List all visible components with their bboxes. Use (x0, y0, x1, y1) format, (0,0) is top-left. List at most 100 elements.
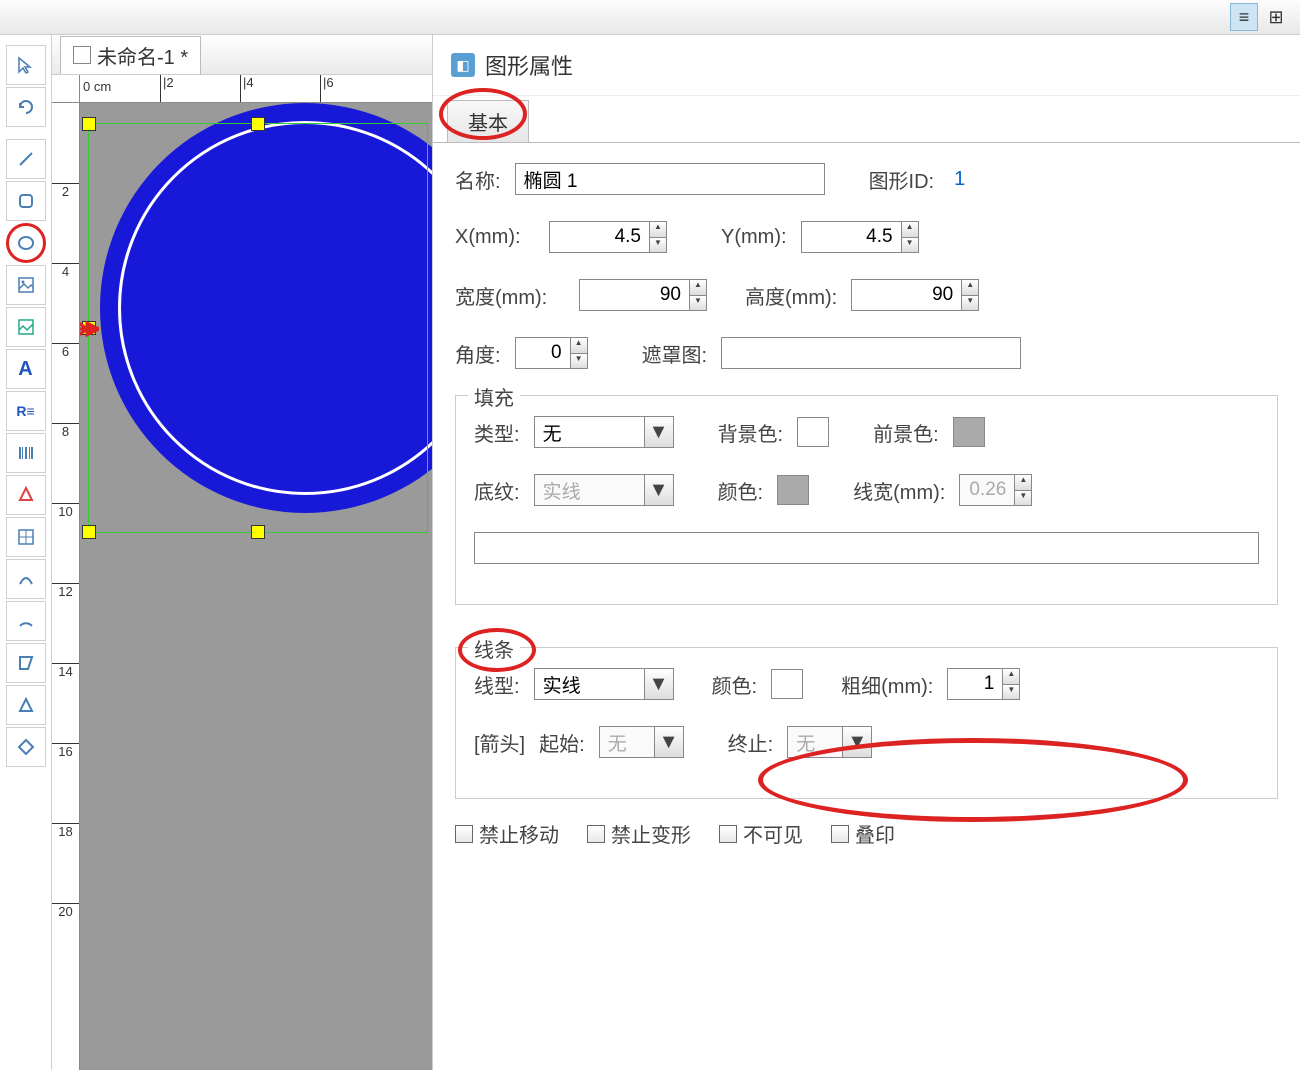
dropdown-icon: ▼ (842, 726, 872, 758)
align-button[interactable]: ≡ (1230, 3, 1258, 31)
spin-up-icon[interactable]: ▲ (571, 338, 587, 354)
top-toolbar: ≡ ⊞ (0, 0, 1300, 35)
picture-tool[interactable] (6, 307, 46, 347)
spin-down-icon[interactable]: ▼ (902, 238, 918, 253)
spin-up-icon[interactable]: ▲ (690, 280, 706, 296)
bgcolor-swatch[interactable] (797, 417, 829, 447)
fill-color-swatch (777, 475, 809, 505)
overprint-checkbox[interactable]: 叠印 (831, 819, 895, 848)
angle-spinner[interactable]: ▲▼ (515, 337, 588, 369)
arrow-start-label: 起始: (539, 728, 585, 757)
triangle-tool[interactable] (6, 685, 46, 725)
invisible-checkbox[interactable]: 不可见 (719, 819, 803, 848)
horizontal-ruler[interactable]: 0 cm |2 |4 |6 (80, 75, 432, 103)
spin-down-icon[interactable]: ▼ (650, 238, 666, 253)
text-tool[interactable]: A (6, 349, 46, 389)
dropdown-icon: ▼ (644, 474, 674, 506)
line-title: 线条 (468, 634, 520, 663)
fill-type-combo[interactable]: ▼ (534, 416, 674, 448)
image-tool[interactable] (6, 265, 46, 305)
toolbar-button[interactable]: ⊞ (1262, 3, 1290, 31)
shapeid-label: 图形ID: (869, 165, 935, 194)
canvas[interactable] (80, 103, 432, 1070)
table-tool[interactable] (6, 517, 46, 557)
shape-tool[interactable] (6, 475, 46, 515)
spin-up-icon[interactable]: ▲ (962, 280, 978, 296)
dropdown-icon[interactable]: ▼ (644, 416, 674, 448)
resize-handle[interactable] (251, 525, 265, 539)
spin-up-icon[interactable]: ▲ (650, 222, 666, 238)
document-icon (73, 46, 91, 64)
fill-type-label: 类型: (474, 418, 520, 447)
polygon-tool[interactable] (6, 643, 46, 683)
properties-panel: ◧ 图形属性 基本 名称: 图形ID: 1 X(mm): ▲▼ Y(mm): ▲… (432, 35, 1300, 1070)
selection-box (88, 123, 428, 533)
linetype-label: 线型: (474, 670, 520, 699)
panel-title: 图形属性 (485, 49, 573, 81)
no-transform-checkbox[interactable]: 禁止变形 (587, 819, 691, 848)
y-label: Y(mm): (721, 226, 787, 249)
name-input[interactable] (515, 163, 825, 195)
arc-tool[interactable] (6, 601, 46, 641)
line-color-swatch[interactable] (771, 669, 803, 699)
spin-down-icon[interactable]: ▼ (571, 354, 587, 369)
tab-basic[interactable]: 基本 (447, 100, 529, 142)
fill-fieldset: 填充 类型: ▼ 背景色: 前景色: 底纹: ▼ 颜色: 线宽(mm): ▲▼ (455, 395, 1278, 605)
arrow-end-label: 终止: (728, 728, 774, 757)
document-tabs: 未命名-1 * (52, 35, 432, 75)
mask-input[interactable] (721, 337, 1021, 369)
resize-handle[interactable] (82, 525, 96, 539)
ruler-corner (52, 75, 80, 103)
dropdown-icon: ▼ (654, 726, 684, 758)
y-spinner[interactable]: ▲▼ (801, 221, 919, 253)
rect-tool[interactable] (6, 181, 46, 221)
resize-handle[interactable] (251, 117, 265, 131)
x-spinner[interactable]: ▲▼ (549, 221, 667, 253)
document-title: 未命名-1 * (97, 41, 188, 70)
height-spinner[interactable]: ▲▼ (851, 279, 979, 311)
arrow-start-combo: ▼ (599, 726, 684, 758)
linewidth-spinner: ▲▼ (959, 474, 1032, 506)
select-tool[interactable] (6, 45, 46, 85)
bgcolor-label: 背景色: (718, 418, 784, 447)
spin-up-icon: ▲ (1015, 475, 1031, 491)
no-move-checkbox[interactable]: 禁止移动 (455, 819, 559, 848)
curve-tool[interactable] (6, 559, 46, 599)
width-label: 宽度(mm): (455, 281, 565, 310)
line-fieldset: 线条 线型: ▼ 颜色: 粗细(mm): ▲▼ [箭头] 起始: ▼ 终止: ▼ (455, 647, 1278, 799)
spin-up-icon[interactable]: ▲ (902, 222, 918, 238)
resize-handle[interactable] (82, 117, 96, 131)
spin-down-icon[interactable]: ▼ (1003, 685, 1019, 700)
fill-color-label: 颜色: (718, 476, 764, 505)
spin-up-icon[interactable]: ▲ (1003, 669, 1019, 685)
pattern-label: 底纹: (474, 476, 520, 505)
diamond-tool[interactable] (6, 727, 46, 767)
line-tool[interactable] (6, 139, 46, 179)
toolbar-button[interactable] (10, 3, 38, 31)
spin-down-icon[interactable]: ▼ (962, 296, 978, 311)
fgcolor-swatch[interactable] (953, 417, 985, 447)
fill-extra-input[interactable] (474, 532, 1259, 564)
linewidth-label: 线宽(mm): (853, 476, 945, 505)
richtext-tool[interactable]: R≡ (6, 391, 46, 431)
spin-down-icon[interactable]: ▼ (690, 296, 706, 311)
fill-title: 填充 (468, 382, 520, 411)
dropdown-icon[interactable]: ▼ (644, 668, 674, 700)
rotate-tool[interactable] (6, 87, 46, 127)
x-label: X(mm): (455, 226, 535, 249)
arrow-prefix: [箭头] (474, 728, 525, 757)
width-spinner[interactable]: ▲▼ (579, 279, 707, 311)
barcode-tool[interactable] (6, 433, 46, 473)
thickness-spinner[interactable]: ▲▼ (947, 668, 1020, 700)
spin-down-icon: ▼ (1015, 491, 1031, 506)
vertical-ruler[interactable]: 2 4 6 8 10 12 14 16 18 20 (52, 103, 80, 1070)
line-color-label: 颜色: (712, 670, 758, 699)
mask-label: 遮罩图: (642, 339, 708, 368)
ellipse-tool[interactable] (6, 223, 46, 263)
angle-label: 角度: (455, 339, 501, 368)
document-tab[interactable]: 未命名-1 * (60, 36, 201, 74)
linetype-combo[interactable]: ▼ (534, 668, 674, 700)
height-label: 高度(mm): (745, 281, 837, 310)
annotation-arrow-icon (80, 319, 99, 339)
tool-palette: A R≡ (0, 35, 52, 1070)
